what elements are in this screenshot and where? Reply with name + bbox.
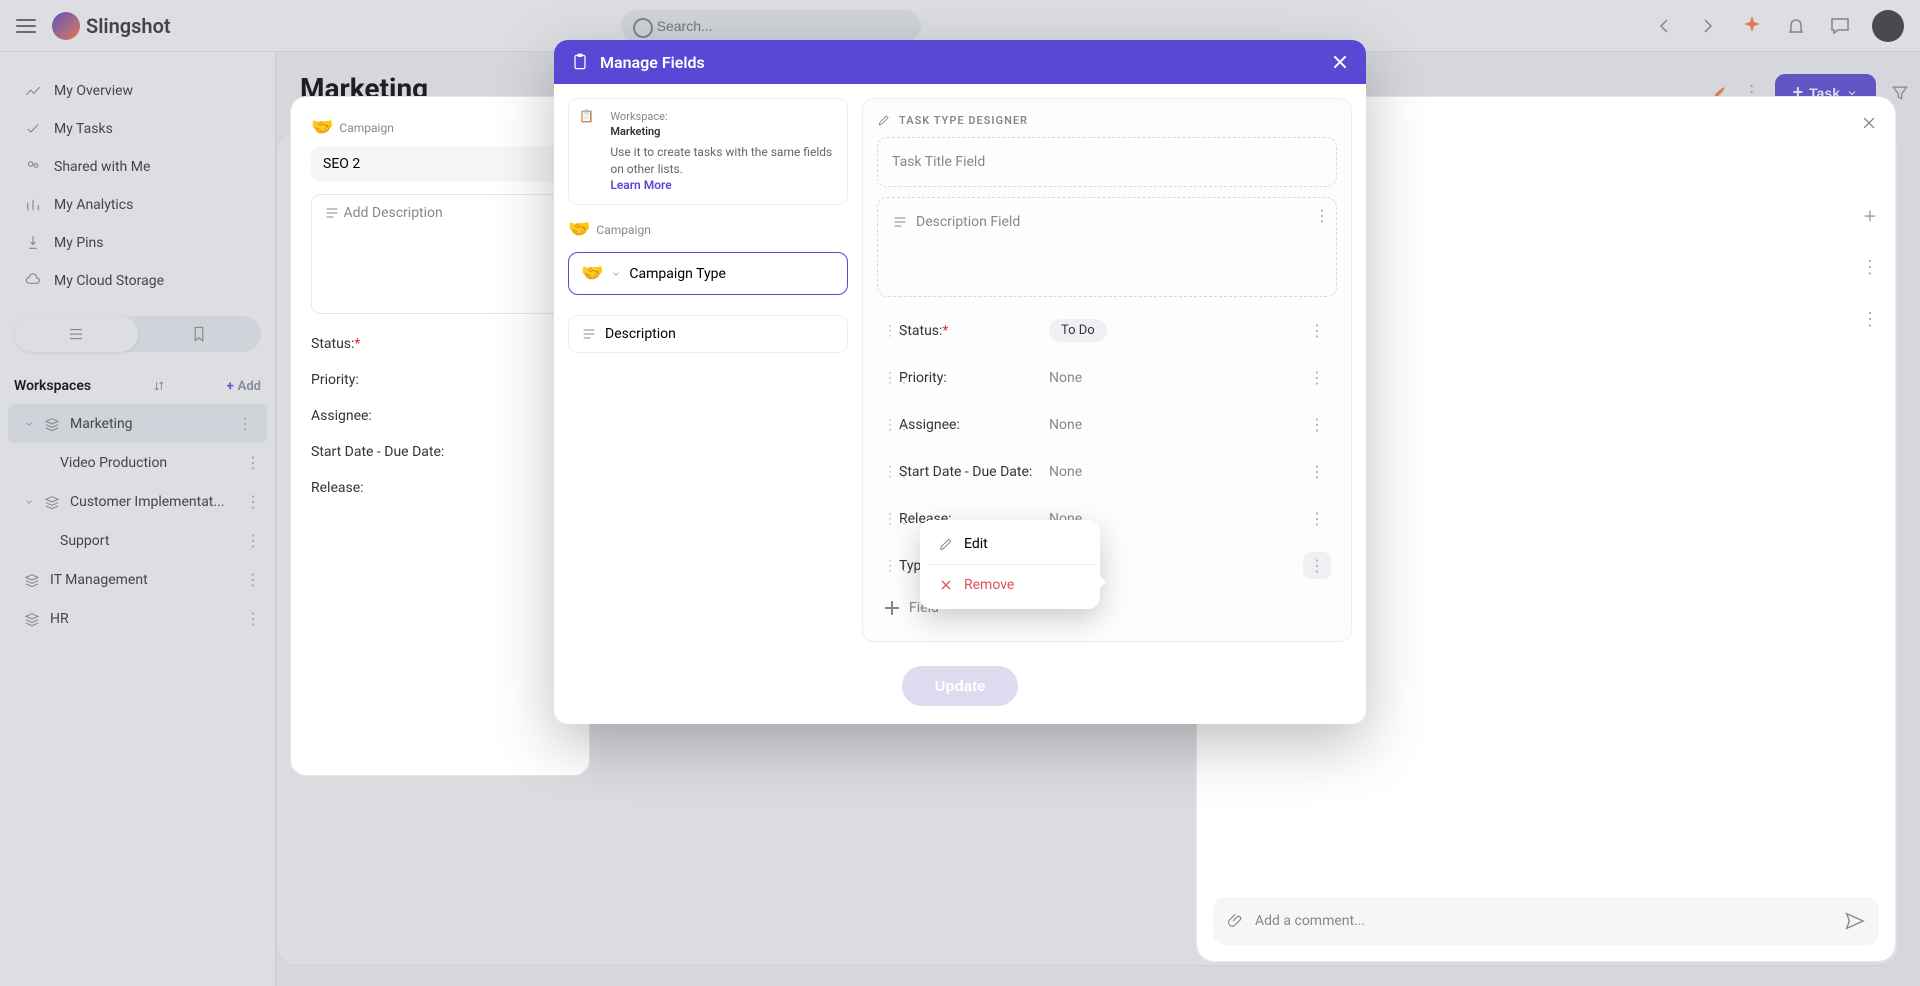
row-assignee: ⋮⋮ Assignee: None ⋮ xyxy=(877,401,1337,448)
clipboard-icon xyxy=(570,52,590,72)
handshake-icon: 🤝 xyxy=(581,263,603,284)
modal-header: Manage Fields xyxy=(554,40,1366,84)
designer-title: TASK TYPE DESIGNER xyxy=(877,113,1337,127)
row-more-icon[interactable]: ⋮ xyxy=(1303,411,1331,438)
field-more-icon[interactable]: ⋮ xyxy=(1314,206,1330,225)
drag-handle-icon[interactable]: ⋮⋮ xyxy=(883,464,899,480)
modal-overlay: 🤝 Campaign SEO 2 Add Description Status:… xyxy=(0,0,1920,986)
task-description-input[interactable]: Add Description xyxy=(311,194,569,314)
row-more-icon[interactable]: ⋮ xyxy=(1861,257,1879,278)
row-priority: ⋮⋮ Priority: None ⋮ xyxy=(877,354,1337,401)
manage-fields-modal: Manage Fields 📋 Workspace: Marketing Use… xyxy=(554,40,1366,724)
text-lines-icon xyxy=(892,214,908,230)
send-icon[interactable] xyxy=(1843,910,1865,932)
menu-divider xyxy=(926,564,1094,565)
update-button[interactable]: Update xyxy=(902,666,1018,706)
clipboard-art-icon: 📋 xyxy=(579,109,600,137)
drag-handle-icon[interactable]: ⋮⋮ xyxy=(883,511,899,527)
row-more-icon[interactable]: ⋮ xyxy=(1303,317,1331,344)
x-icon xyxy=(938,577,954,593)
title-field-box[interactable]: Task Title Field xyxy=(877,137,1337,187)
pencil-icon xyxy=(877,113,891,127)
drag-handle-icon[interactable]: ⋮⋮ xyxy=(883,558,899,574)
attachment-icon[interactable] xyxy=(1227,912,1245,930)
row-more-icon[interactable]: ⋮ xyxy=(1303,552,1331,579)
row-more-icon[interactable]: ⋮ xyxy=(1303,458,1331,485)
chevron-down-icon xyxy=(611,269,621,279)
task-title-value[interactable]: SEO 2 xyxy=(311,146,569,182)
learn-more-link[interactable]: Learn More xyxy=(610,178,671,192)
pencil-icon xyxy=(938,536,954,552)
menu-edit[interactable]: Edit xyxy=(926,526,1094,562)
row-more-icon[interactable]: ⋮ xyxy=(1861,309,1879,330)
task-detail-panel: 🤝 Campaign SEO 2 Add Description Status:… xyxy=(290,96,590,776)
status-pill: To Do xyxy=(1049,319,1107,342)
drag-handle-icon[interactable]: ⋮⋮ xyxy=(883,323,899,339)
description-field-box[interactable]: Description Field ⋮ xyxy=(877,197,1337,297)
drag-handle-icon[interactable]: ⋮⋮ xyxy=(883,417,899,433)
comment-input[interactable]: Add a comment... xyxy=(1213,897,1879,945)
row-more-icon[interactable]: ⋮ xyxy=(1303,505,1331,532)
drag-handle-icon[interactable]: ⋮⋮ xyxy=(883,370,899,386)
menu-remove[interactable]: Remove xyxy=(926,567,1094,603)
row-start-due: ⋮⋮ Start Date - Due Date: None ⋮ xyxy=(877,448,1337,495)
row-more-icon[interactable]: ⋮ xyxy=(1303,364,1331,391)
modal-close-button[interactable] xyxy=(1330,52,1350,72)
add-column-icon[interactable] xyxy=(1861,207,1879,225)
text-lines-icon xyxy=(581,326,597,342)
close-icon[interactable] xyxy=(1859,113,1879,133)
field-context-menu: Edit Remove xyxy=(920,520,1100,609)
info-box: 📋 Workspace: Marketing Use it to create … xyxy=(568,98,848,205)
row-status: ⋮⋮ Status:* To Do ⋮ xyxy=(877,307,1337,354)
campaign-type-row[interactable]: 🤝 Campaign Type xyxy=(568,252,848,295)
description-type-row[interactable]: Description xyxy=(568,315,848,353)
plus-icon xyxy=(883,599,901,617)
